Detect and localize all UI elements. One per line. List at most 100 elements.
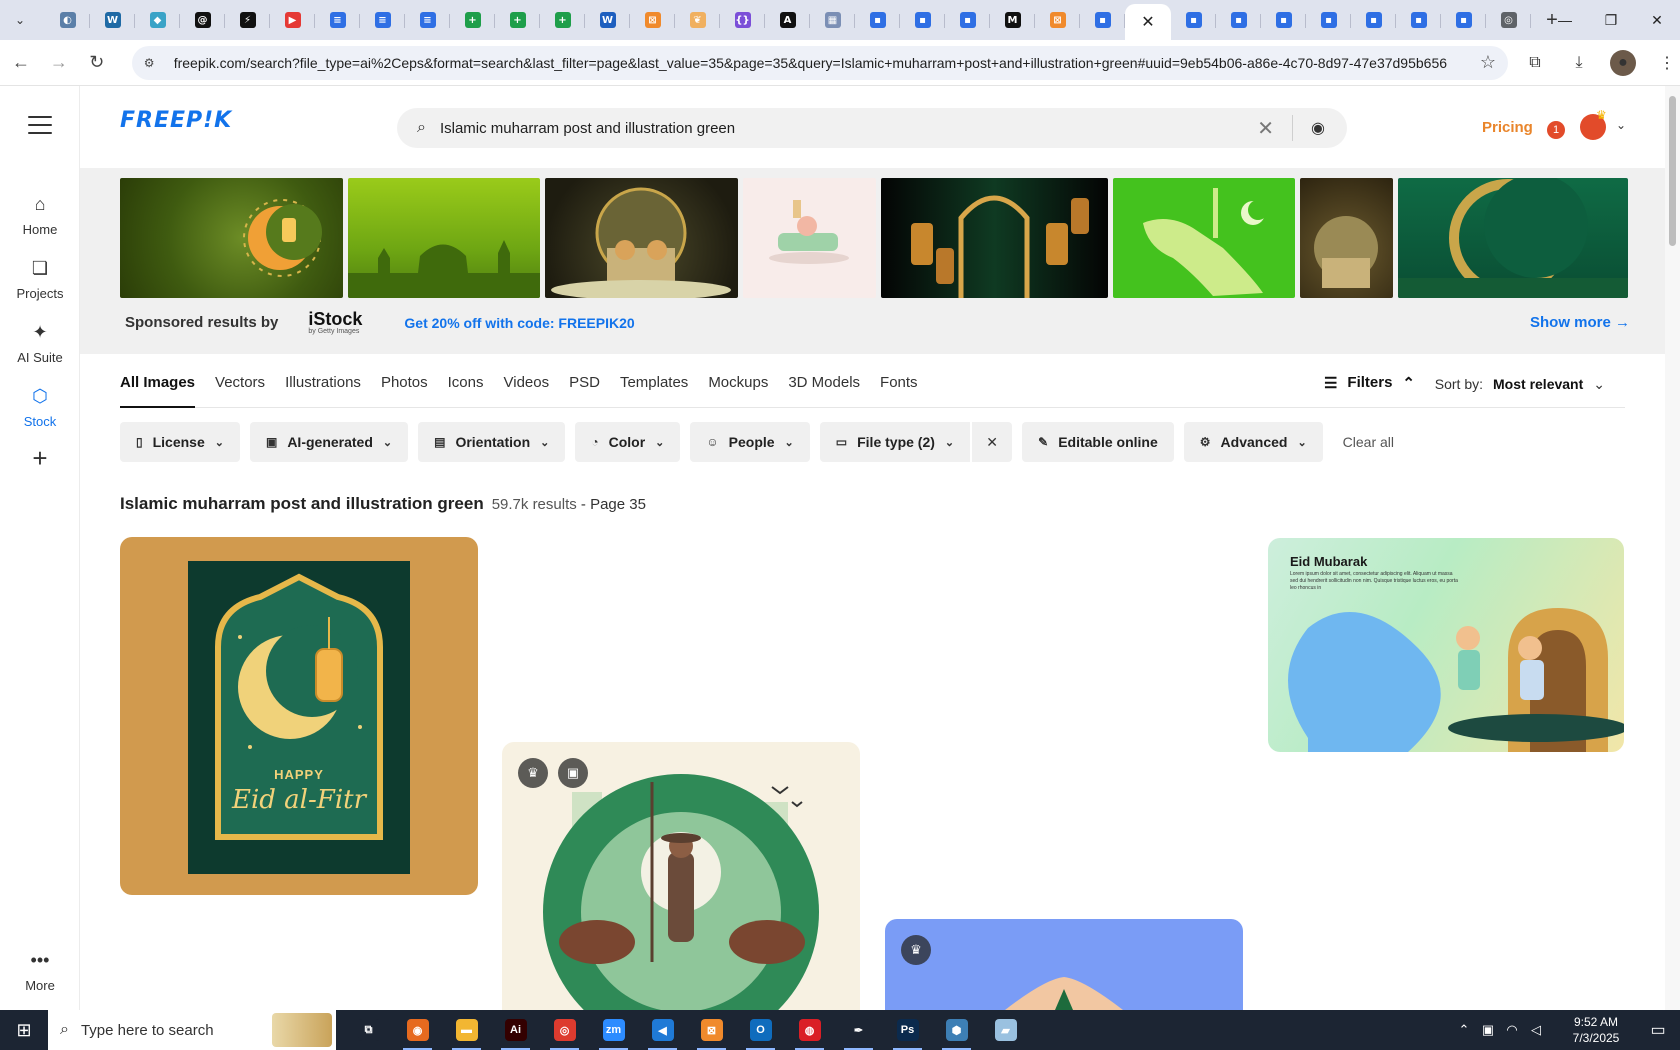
site-settings-icon[interactable]: ⚙: [144, 56, 164, 70]
browser-tab[interactable]: +: [540, 4, 585, 36]
browser-tab[interactable]: ≡: [405, 4, 450, 36]
people-filter[interactable]: ☺ People ⌄: [690, 422, 810, 462]
browser-menu-icon[interactable]: ⋮: [1654, 50, 1680, 76]
taskbar-app-firefox[interactable]: ◉: [393, 1010, 442, 1050]
add-icon[interactable]: +: [22, 440, 58, 476]
sponsored-image[interactable]: [348, 178, 540, 298]
browser-tab[interactable]: ⚡: [225, 4, 270, 36]
browser-tab[interactable]: ▪: [855, 4, 900, 36]
taskbar-app-illustrator[interactable]: Ai: [491, 1010, 540, 1050]
taskbar-app-task-view[interactable]: ⧉: [344, 1010, 393, 1050]
orientation-filter[interactable]: ▤ Orientation ⌄: [418, 422, 566, 462]
browser-tab[interactable]: ≡: [315, 4, 360, 36]
scrollbar-thumb[interactable]: [1669, 96, 1676, 246]
user-menu-chevron-icon[interactable]: ⌄: [1616, 118, 1626, 132]
ai-generated-filter[interactable]: ▣ AI-generated ⌄: [249, 422, 409, 462]
back-icon[interactable]: ←: [4, 46, 38, 80]
tab-photos[interactable]: Photos: [381, 368, 428, 408]
taskbar-app-pen-tool[interactable]: ✒: [834, 1010, 883, 1050]
url-text[interactable]: freepik.com/search?file_type=ai%2Ceps&fo…: [174, 55, 1474, 71]
taskbar-app-photoshop[interactable]: Ps: [883, 1010, 932, 1050]
browser-tab[interactable]: @: [180, 4, 225, 36]
network-icon[interactable]: ▣: [1476, 1022, 1500, 1038]
tab-all-images[interactable]: All Images: [120, 368, 196, 408]
promo-code-link[interactable]: Get 20% off with code: FREEPIK20: [404, 315, 634, 331]
sponsored-image[interactable]: [743, 178, 876, 298]
rail-item-more[interactable]: ••• More: [0, 948, 80, 994]
taskbar-app-hex-app[interactable]: ⬢: [932, 1010, 981, 1050]
browser-tab[interactable]: ▪: [945, 4, 990, 36]
freepik-logo[interactable]: FREEP!K: [120, 108, 232, 133]
search-bar[interactable]: ⌕ Islamic muharram post and illustration…: [397, 108, 1347, 148]
taskbar-app-file-explorer[interactable]: ▬: [442, 1010, 491, 1050]
browser-tab[interactable]: ▶: [270, 4, 315, 36]
omnibox[interactable]: ⚙ freepik.com/search?file_type=ai%2Ceps&…: [131, 45, 1508, 80]
browser-tab[interactable]: ▪: [1216, 4, 1261, 36]
tab-fonts[interactable]: Fonts: [880, 368, 918, 408]
taskbar-app-chrome[interactable]: ◎: [540, 1010, 589, 1050]
browser-tab[interactable]: ◐: [45, 4, 90, 36]
volume-icon[interactable]: ◁: [1524, 1022, 1548, 1038]
rail-item-projects[interactable]: ❏ Projects: [0, 256, 80, 302]
tab-vectors[interactable]: Vectors: [215, 368, 265, 408]
editable-online-filter[interactable]: ✎ Editable online: [1022, 422, 1174, 462]
filters-toggle-button[interactable]: ☰ Filters ⌃: [1324, 374, 1415, 392]
browser-tab[interactable]: ▪: [1306, 4, 1351, 36]
browser-tab[interactable]: A: [765, 4, 810, 36]
result-card-hands-illustration[interactable]: ♛: [885, 919, 1243, 1010]
tab-icons[interactable]: Icons: [448, 368, 484, 408]
browser-tab[interactable]: ◎: [1486, 4, 1531, 36]
result-card-eid-mubarak[interactable]: Eid Mubarak Lorem ipsum dolor sit amet, …: [1268, 538, 1624, 752]
sort-dropdown[interactable]: Sort by: Most relevant ⌄: [1435, 376, 1605, 393]
browser-tab[interactable]: ◆: [135, 4, 180, 36]
taskbar-app-creative-cloud[interactable]: ◍: [785, 1010, 834, 1050]
search-input[interactable]: Islamic muharram post and illustration g…: [440, 120, 1257, 137]
advanced-filter[interactable]: ⚙ Advanced ⌄: [1183, 422, 1323, 462]
clear-file-type-icon[interactable]: ✕: [972, 422, 1013, 462]
taskbar-clock[interactable]: 9:52 AM 7/3/2025: [1556, 1014, 1636, 1046]
windows-start-icon[interactable]: ⊞: [0, 1010, 48, 1050]
profile-avatar-icon[interactable]: ●: [1610, 49, 1636, 76]
forward-icon[interactable]: →: [42, 46, 76, 80]
active-browser-tab[interactable]: ✕: [1125, 4, 1171, 40]
file-type-filter[interactable]: ▭ File type (2) ⌄: [819, 422, 971, 462]
browser-tab[interactable]: ⊠: [1035, 4, 1080, 36]
taskbar-app-zoom[interactable]: zm: [589, 1010, 638, 1050]
sponsored-image[interactable]: [881, 178, 1108, 298]
hamburger-menu-icon[interactable]: [28, 116, 52, 134]
taskbar-app-notes-app[interactable]: ▰: [981, 1010, 1030, 1050]
browser-tab[interactable]: +: [450, 4, 495, 36]
restore-icon[interactable]: ❐: [1588, 0, 1634, 40]
license-filter[interactable]: ▯ License ⌄: [120, 422, 240, 462]
result-card-eid-al-fitr[interactable]: HAPPY Eid al-Fitr: [120, 537, 478, 895]
browser-tab[interactable]: ▪: [1261, 4, 1306, 36]
browser-tab[interactable]: M: [990, 4, 1035, 36]
browser-tab[interactable]: ▪: [1171, 4, 1216, 36]
sponsored-image[interactable]: [545, 178, 738, 298]
browser-tab[interactable]: ▪: [1351, 4, 1396, 36]
sponsored-image[interactable]: [1113, 178, 1295, 298]
sponsored-image[interactable]: [1398, 178, 1628, 298]
tab-templates[interactable]: Templates: [620, 368, 688, 408]
browser-tab[interactable]: ▪: [1441, 4, 1486, 36]
taskbar-search[interactable]: ⌕ Type here to search: [48, 1010, 336, 1050]
browser-tab[interactable]: +: [495, 4, 540, 36]
browser-tab[interactable]: ▦: [810, 4, 855, 36]
clear-all-filters-link[interactable]: Clear all: [1343, 434, 1394, 450]
tab-mockups[interactable]: Mockups: [708, 368, 768, 408]
extensions-icon[interactable]: ⧉: [1522, 50, 1548, 76]
wifi-icon[interactable]: ◠: [1500, 1022, 1524, 1038]
bookmark-star-icon[interactable]: ☆: [1480, 52, 1496, 73]
tab-psd[interactable]: PSD: [569, 368, 600, 408]
minimize-icon[interactable]: —: [1542, 0, 1588, 40]
download-icon[interactable]: ⤓: [1566, 50, 1592, 76]
pricing-link[interactable]: Pricing: [1482, 119, 1533, 136]
color-filter[interactable]: ◔ Color ⌄: [575, 422, 681, 462]
browser-tab[interactable]: ⊠: [630, 4, 675, 36]
chevron-up-icon[interactable]: ⌃: [1452, 1022, 1476, 1038]
sponsored-image[interactable]: [120, 178, 343, 298]
browser-tab[interactable]: ❦: [675, 4, 720, 36]
browser-tab[interactable]: {}: [720, 4, 765, 36]
browser-tab[interactable]: W: [585, 4, 630, 36]
close-tab-icon[interactable]: ✕: [1141, 12, 1154, 32]
